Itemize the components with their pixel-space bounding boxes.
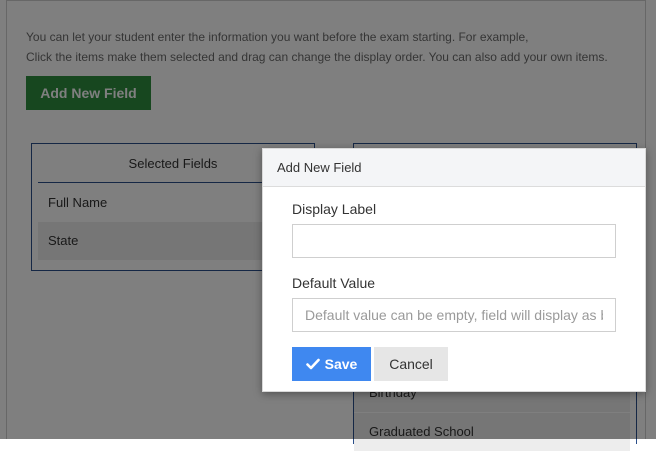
add-new-field-dialog: Add New Field Display Label Default Valu…: [262, 148, 646, 392]
check-icon: [305, 358, 320, 370]
save-button-label: Save: [324, 356, 358, 372]
dialog-title: Add New Field: [263, 149, 645, 187]
display-label-label: Display Label: [292, 201, 377, 217]
page: You can let your student enter the infor…: [0, 0, 656, 451]
default-value-label: Default Value: [292, 275, 376, 291]
default-value-input[interactable]: [292, 298, 616, 332]
save-button[interactable]: Save: [292, 347, 371, 381]
cancel-button[interactable]: Cancel: [374, 347, 448, 381]
display-label-input[interactable]: [292, 224, 616, 258]
